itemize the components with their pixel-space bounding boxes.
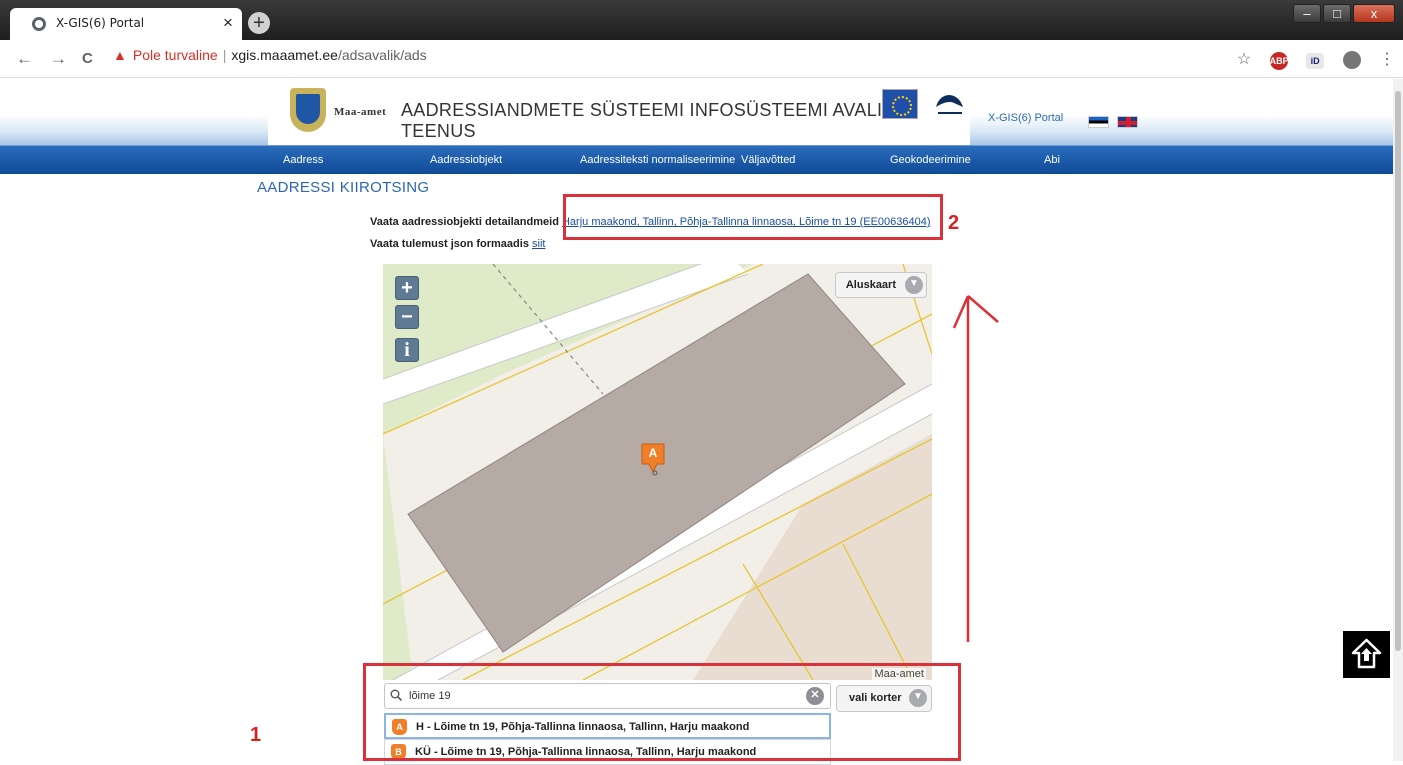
estonian-flag-icon[interactable] <box>1088 116 1109 128</box>
annotation-arrow <box>952 295 999 642</box>
nav-item-normaliseerimine[interactable]: Aadressiteksti normaliseerimine <box>580 154 735 166</box>
security-warning[interactable]: Pole turvaline <box>133 47 218 63</box>
header-banner: Maa-amet AADRESSIANDMETE SÜSTEEMI INFOSÜ… <box>268 78 970 145</box>
nav-item-aadress[interactable]: Aadress <box>283 154 323 166</box>
cohesion-fund-logo <box>936 95 963 114</box>
chevron-down-icon: ▼ <box>905 276 923 294</box>
marker-label: A <box>648 446 658 460</box>
profile-avatar-icon[interactable] <box>1342 50 1361 69</box>
url-host: xgis.maaamet.ee <box>231 47 338 63</box>
forward-button[interactable]: → <box>50 49 67 69</box>
annotation-box-1 <box>363 663 961 761</box>
window-maximize-button[interactable]: □ <box>1323 4 1351 23</box>
page-title: AADRESSI KIIROTSING <box>257 179 430 196</box>
map-view[interactable]: + − i Aluskaart ▼ A Maa-amet <box>383 264 932 680</box>
zoom-out-button[interactable]: − <box>395 305 419 329</box>
page-scrollbar[interactable] <box>1393 79 1403 761</box>
home-up-icon <box>1351 638 1382 669</box>
location-marker[interactable]: A <box>640 442 666 476</box>
annotation-label-2: 2 <box>948 212 960 234</box>
nav-item-aadressiobjekt[interactable]: Aadressiobjekt <box>430 154 502 166</box>
window-controls: – □ x <box>1291 4 1395 23</box>
eu-flag-logo <box>882 89 918 119</box>
scrollbar-thumb[interactable] <box>1395 91 1401 651</box>
warning-icon: ▲ <box>113 47 127 63</box>
portal-link[interactable]: X-GIS(6) Portal <box>988 112 1063 124</box>
tab-close-icon[interactable]: × <box>223 13 233 33</box>
tab-title: X-GIS(6) Portal <box>56 16 145 30</box>
browser-tab[interactable]: X-GIS(6) Portal × <box>10 8 242 40</box>
extension-id-icon[interactable]: iD <box>1306 53 1325 69</box>
nav-item-abi[interactable]: Abi <box>1044 154 1060 166</box>
browser-tabstrip: X-GIS(6) Portal × + – □ x <box>0 0 1403 40</box>
bookmark-star-icon[interactable]: ☆ <box>1237 49 1251 69</box>
reload-button[interactable]: C <box>82 50 93 67</box>
annotation-box-2 <box>563 194 943 240</box>
zoom-in-button[interactable]: + <box>395 276 419 300</box>
window-minimize-button[interactable]: – <box>1293 4 1321 23</box>
browser-menu-icon[interactable]: ⋮ <box>1379 49 1395 69</box>
nav-item-valjavotted[interactable]: Väljavõtted <box>741 154 795 166</box>
info-button[interactable]: i <box>395 338 419 362</box>
coat-of-arms-logo <box>290 88 326 132</box>
org-name: Maa-amet <box>334 106 387 118</box>
extension-adblock-icon[interactable]: ABP <box>1269 52 1289 70</box>
json-row: Vaata tulemust json formaadis siit <box>370 238 545 250</box>
nav-item-geokodeerimine[interactable]: Geokodeerimine <box>890 154 971 166</box>
park-area-left <box>383 434 413 680</box>
site-header: Maa-amet AADRESSIANDMETE SÜSTEEMI INFOSÜ… <box>0 78 1403 145</box>
url-path: /adsavalik/ads <box>337 47 427 63</box>
json-link[interactable]: siit <box>532 238 545 250</box>
back-button[interactable]: ← <box>16 49 33 69</box>
detail-label: Vaata aadressiobjekti detailandmeid <box>370 216 559 228</box>
english-flag-icon[interactable] <box>1117 116 1138 128</box>
scroll-to-top-button[interactable] <box>1343 631 1390 678</box>
basemap-button[interactable]: Aluskaart ▼ <box>834 272 927 298</box>
new-tab-button[interactable]: + <box>248 12 270 34</box>
json-label: Vaata tulemust json formaadis <box>370 238 529 250</box>
main-navigation: Aadress Aadressiobjekt Aadressiteksti no… <box>0 145 1403 174</box>
window-close-button[interactable]: x <box>1353 4 1395 23</box>
address-bar[interactable]: ▲ Pole turvaline | xgis.maaamet.ee/adsavali… <box>113 47 427 63</box>
basemap-label: Aluskaart <box>845 279 896 291</box>
globe-icon <box>32 17 46 31</box>
toolbar-actions: ☆ ABP iD ⋮ <box>1223 49 1395 70</box>
browser-toolbar: ← → C ▲ Pole turvaline | xgis.maaamet.ee/ad… <box>0 40 1403 78</box>
annotation-label-1: 1 <box>250 724 262 746</box>
